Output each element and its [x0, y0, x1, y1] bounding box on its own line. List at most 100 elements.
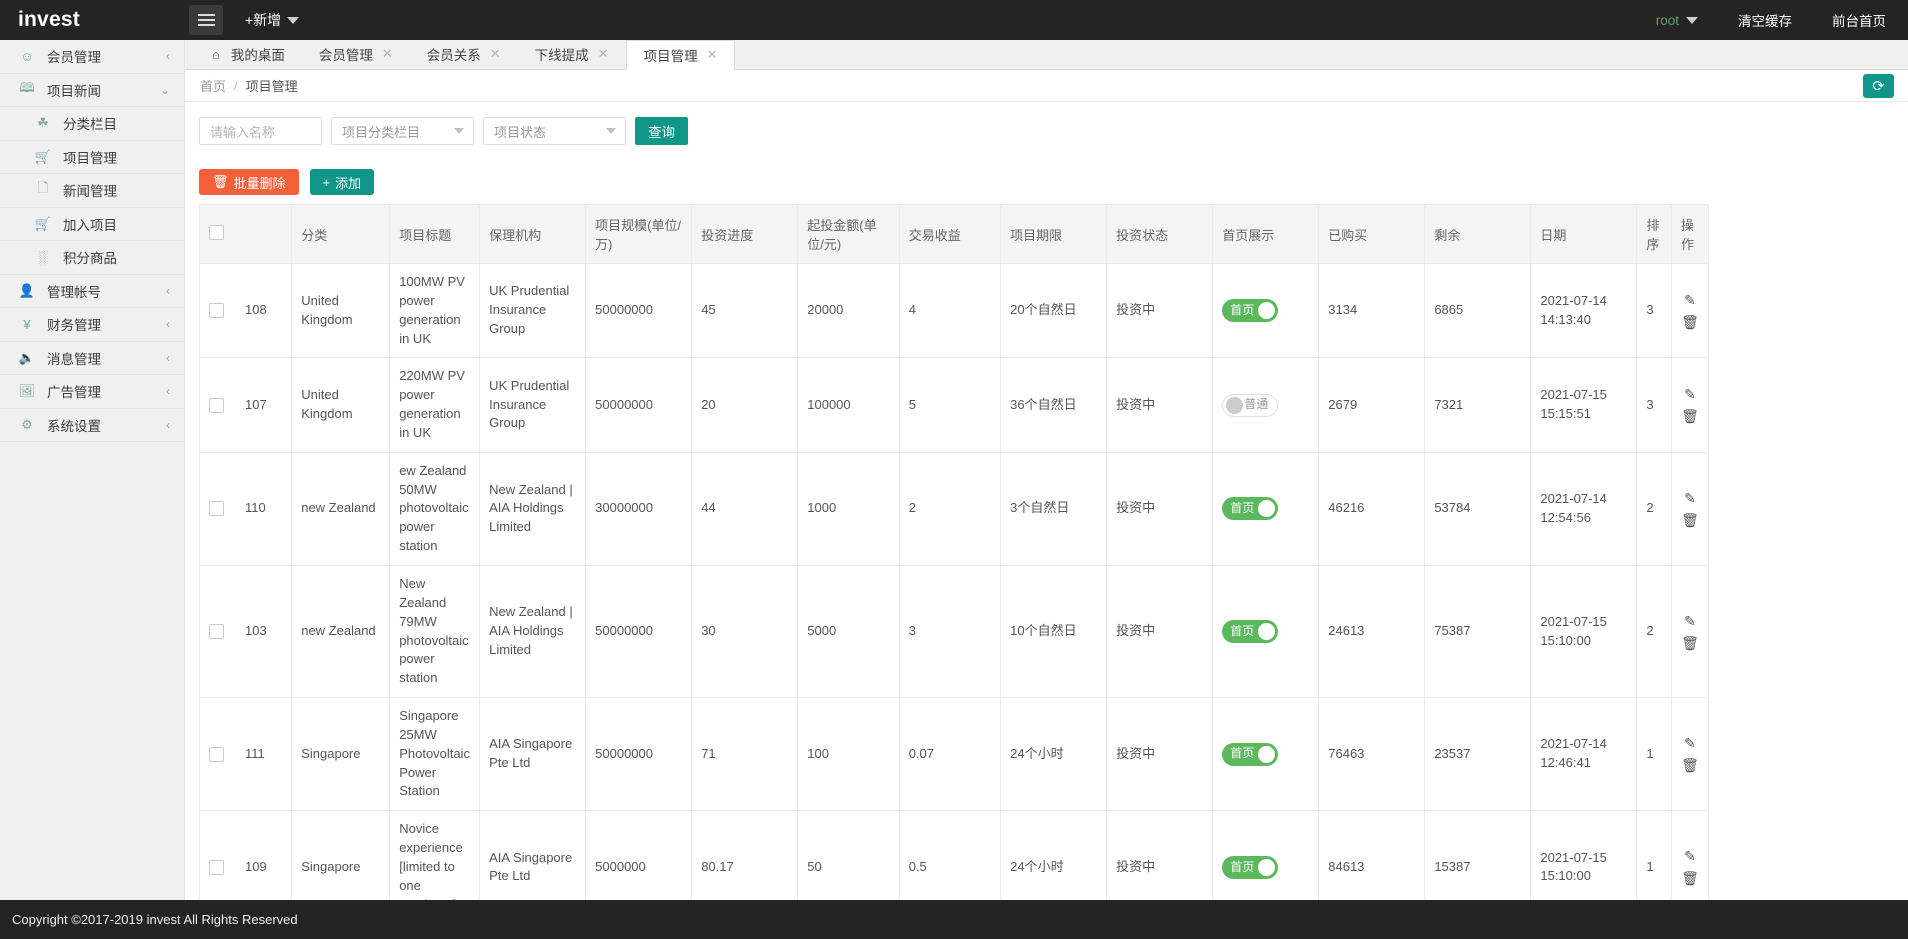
cell-yield: 2 — [899, 452, 1000, 565]
column-header-10: 首页展示 — [1213, 205, 1319, 264]
sidebar-item-3[interactable]: 🛒项目管理 — [0, 141, 184, 175]
front-home-button[interactable]: 前台首页 — [1832, 10, 1886, 30]
sidebar-item-10[interactable]: 🖼广告管理‹ — [0, 375, 184, 409]
table-row: 108United Kingdom100MW PV power generati… — [200, 264, 1709, 358]
add-button[interactable]: + 添加 — [310, 169, 375, 195]
cell-title: ew Zealand 50MW photovoltaic power stati… — [390, 452, 480, 565]
sidebar-item-5[interactable]: 🛒加入项目 — [0, 208, 184, 242]
close-icon[interactable]: ✕ — [707, 47, 718, 63]
row-checkbox[interactable] — [209, 501, 224, 516]
cell-remaining: 53784 — [1425, 452, 1531, 565]
column-header-7: 交易收益 — [899, 205, 1000, 264]
cell-category: Singapore — [292, 698, 390, 811]
sidebar-item-label: 积分商品 — [63, 247, 117, 267]
delete-icon[interactable]: 🗑 — [1681, 409, 1699, 423]
delete-icon[interactable]: 🗑 — [1681, 315, 1699, 329]
action-bar: 🗑 批量删除 + 添加 — [185, 160, 1908, 204]
tab-0[interactable]: ⌂我的桌面 — [195, 39, 302, 69]
home-show-toggle[interactable]: 首页 — [1222, 743, 1278, 766]
chevron-down-icon — [454, 128, 464, 134]
add-label: 添加 — [335, 173, 361, 192]
cell-scale: 50000000 — [586, 358, 692, 452]
sidebar-item-0[interactable]: ☺会员管理‹ — [0, 40, 184, 74]
cell-min_amount: 5000 — [798, 565, 899, 697]
delete-icon[interactable]: 🗑 — [1681, 513, 1699, 527]
category-select[interactable]: 项目分类栏目 — [331, 117, 474, 145]
cell-home-show: 普通 — [1213, 358, 1319, 452]
query-button[interactable]: 查询 — [635, 117, 688, 145]
cell-progress: 71 — [692, 698, 798, 811]
cell-operations: ✎🗑 — [1671, 358, 1708, 452]
page-panel: 首页 / 项目管理 ⟳ 请输入名称 项目分类栏目 项目状态 查询 🗑 批量删除 — [185, 70, 1908, 939]
home-show-toggle[interactable]: 首页 — [1222, 497, 1278, 520]
refresh-icon[interactable]: ⟳ — [1863, 74, 1894, 98]
delete-icon[interactable]: 🗑 — [1681, 636, 1699, 650]
search-input[interactable]: 请输入名称 — [199, 117, 322, 145]
cell-progress: 45 — [692, 264, 798, 358]
close-icon[interactable]: ✕ — [382, 46, 393, 62]
clear-cache-button[interactable]: 清空缓存 — [1738, 10, 1792, 30]
sidebar-item-7[interactable]: 👤管理帐号‹ — [0, 275, 184, 309]
edit-icon[interactable]: ✎ — [1684, 491, 1696, 505]
tab-4[interactable]: 项目管理✕ — [626, 40, 736, 70]
delete-icon[interactable]: 🗑 — [1681, 758, 1699, 772]
add-new-menu[interactable]: +新增 — [245, 10, 299, 30]
sidebar-item-8[interactable]: ¥财务管理‹ — [0, 308, 184, 342]
user-menu[interactable]: root — [1656, 13, 1698, 28]
home-show-toggle[interactable]: 首页 — [1222, 856, 1278, 879]
status-select[interactable]: 项目状态 — [483, 117, 626, 145]
row-id: 111 — [245, 745, 265, 764]
sidebar-item-4[interactable]: 🗋新闻管理 — [0, 174, 184, 208]
tab-2[interactable]: 会员关系✕ — [410, 39, 518, 69]
select-all-checkbox[interactable] — [209, 225, 224, 240]
row-checkbox[interactable] — [209, 747, 224, 762]
image-icon: 🖼 — [16, 383, 38, 399]
breadcrumb-root[interactable]: 首页 — [200, 76, 226, 95]
edit-icon[interactable]: ✎ — [1684, 849, 1696, 863]
cell-date: 2021-07-14 12:46:41 — [1531, 698, 1637, 811]
home-show-toggle[interactable]: 首页 — [1222, 620, 1278, 643]
cell-home-show: 首页 — [1213, 452, 1319, 565]
table-header-row: 分类项目标题保理机构项目规模(单位/万)投资进度起投金额(单位/元)交易收益项目… — [200, 205, 1709, 264]
close-icon[interactable]: ✕ — [490, 46, 501, 62]
row-checkbox[interactable] — [209, 303, 224, 318]
sidebar-item-6[interactable]: ░积分商品 — [0, 241, 184, 275]
sidebar-item-2[interactable]: ☘分类栏目 — [0, 107, 184, 141]
column-header-15: 操作 — [1671, 205, 1708, 264]
column-header-12: 剩余 — [1425, 205, 1531, 264]
row-checkbox[interactable] — [209, 398, 224, 413]
close-icon[interactable]: ✕ — [598, 46, 609, 62]
tab-1[interactable]: 会员管理✕ — [302, 39, 410, 69]
hamburger-icon[interactable] — [189, 5, 223, 35]
tab-bar: ⌂我的桌面会员管理✕会员关系✕下线提成✕项目管理✕ — [185, 40, 1908, 70]
row-checkbox[interactable] — [209, 860, 224, 875]
row-checkbox[interactable] — [209, 624, 224, 639]
sidebar-item-9[interactable]: 🔈消息管理‹ — [0, 342, 184, 376]
column-header-5: 投资进度 — [692, 205, 798, 264]
column-header-0 — [200, 205, 292, 264]
row-select-cell: 103 — [200, 565, 292, 697]
top-bar: invest +新增 root 清空缓存 前台首页 — [0, 0, 1908, 40]
home-show-toggle[interactable]: 首页 — [1222, 299, 1278, 322]
cell-term: 24个小时 — [1001, 698, 1107, 811]
row-id: 110 — [245, 499, 266, 518]
cell-date: 2021-07-14 14:13:40 — [1531, 264, 1637, 358]
sidebar-item-11[interactable]: ⚙系统设置‹ — [0, 409, 184, 443]
delete-icon[interactable]: 🗑 — [1681, 871, 1699, 885]
tab-3[interactable]: 下线提成✕ — [518, 39, 626, 69]
row-id: 107 — [245, 396, 267, 415]
edit-icon[interactable]: ✎ — [1684, 736, 1696, 750]
edit-icon[interactable]: ✎ — [1684, 614, 1696, 628]
table-body: 108United Kingdom100MW PV power generati… — [200, 264, 1709, 924]
edit-icon[interactable]: ✎ — [1684, 387, 1696, 401]
edit-icon[interactable]: ✎ — [1684, 293, 1696, 307]
home-show-toggle-label: 首页 — [1230, 500, 1254, 517]
cell-operations: ✎🗑 — [1671, 452, 1708, 565]
filter-bar: 请输入名称 项目分类栏目 项目状态 查询 — [185, 102, 1908, 160]
batch-delete-button[interactable]: 🗑 批量删除 — [199, 169, 299, 195]
home-show-toggle-label: 普通 — [1244, 396, 1268, 413]
home-show-toggle[interactable]: 普通 — [1222, 394, 1278, 417]
cell-sort: 2 — [1637, 565, 1672, 697]
cell-remaining: 23537 — [1425, 698, 1531, 811]
sidebar-item-1[interactable]: 🕮项目新闻⌄ — [0, 74, 184, 108]
